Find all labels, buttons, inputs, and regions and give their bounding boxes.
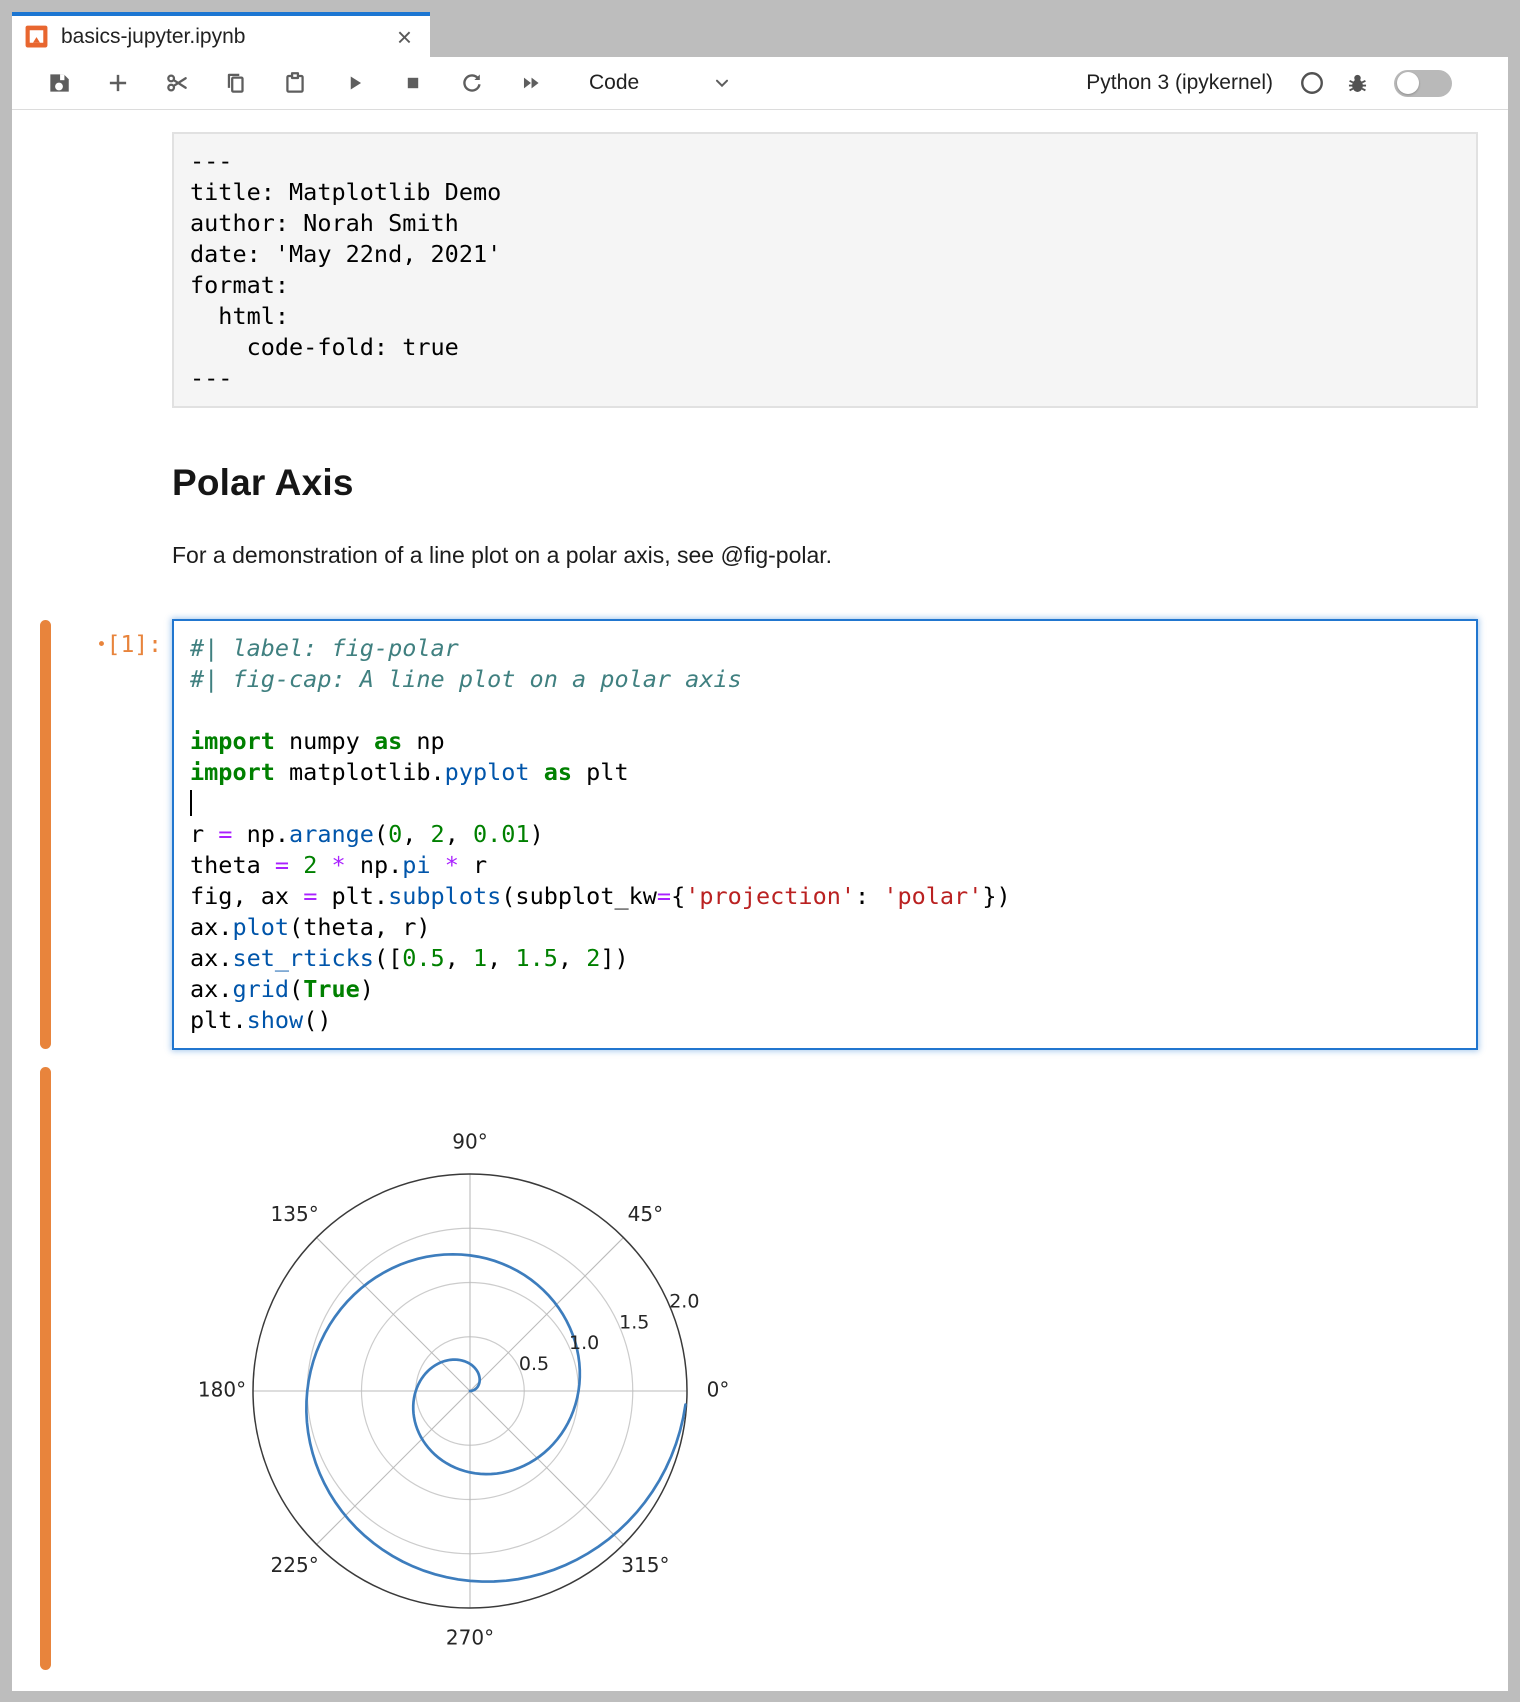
svg-text:1.5: 1.5 (619, 1311, 649, 1333)
svg-text:135°: 135° (271, 1202, 319, 1226)
svg-text:270°: 270° (446, 1626, 494, 1650)
output-collapser[interactable] (40, 1067, 51, 1670)
svg-text:45°: 45° (628, 1202, 663, 1226)
restart-kernel-button[interactable] (459, 70, 485, 96)
modified-dot: • (96, 635, 106, 655)
markdown-paragraph: For a demonstration of a line plot on a … (172, 542, 832, 569)
svg-text:180°: 180° (198, 1378, 246, 1402)
notebook-content: ---title: Matplotlib Demoauthor: Norah S… (12, 110, 1508, 1691)
polar-plot-figure: 0° 45° 90° 135° 180° 225° 270° 315° 0.5 1.0 1.5 2.0 (196, 1066, 796, 1666)
output-row: 0° 45° 90° 135° 180° 225° 270° 315° 0.5 1.0 1.5 2.0 (12, 1066, 1478, 1671)
output-rail (12, 1066, 172, 1671)
svg-text:0.5: 0.5 (519, 1353, 549, 1375)
execution-prompt: •[1]: (96, 632, 162, 658)
tab-bar: basics-jupyter.ipynb × (12, 12, 1508, 57)
svg-text:315°: 315° (621, 1553, 669, 1577)
page-title: Polar Axis (172, 462, 354, 504)
kernel-status-icon[interactable] (1299, 70, 1325, 96)
cell-type-dropdown[interactable]: Code (589, 71, 733, 95)
code-editor[interactable]: #| label: fig-polar#| fig-cap: A line pl… (172, 619, 1478, 1050)
notebook-file-icon (24, 24, 49, 49)
svg-text:1.0: 1.0 (569, 1332, 599, 1354)
kernel-name[interactable]: Python 3 (ipykernel) (1086, 71, 1273, 95)
notebook-toolbar: Code Python 3 (ipykernel) (12, 57, 1508, 110)
tab-close-icon[interactable]: × (393, 24, 416, 50)
restart-run-all-button[interactable] (518, 70, 544, 96)
stop-button[interactable] (400, 70, 426, 96)
raw-cell-rail (12, 132, 172, 408)
svg-text:0°: 0° (707, 1378, 730, 1402)
debugger-bug-icon[interactable] (1345, 71, 1370, 96)
simple-mode-toggle[interactable] (1394, 70, 1452, 97)
tab-title: basics-jupyter.ipynb (61, 25, 393, 49)
markdown-heading-row: Polar Axis (12, 408, 1478, 504)
output-area: 0° 45° 90° 135° 180° 225° 270° 315° 0.5 1.0 1.5 2.0 (172, 1066, 796, 1671)
raw-cell-row: ---title: Matplotlib Demoauthor: Norah S… (12, 132, 1478, 408)
input-collapser[interactable] (40, 620, 51, 1049)
copy-button[interactable] (223, 70, 249, 96)
svg-text:2.0: 2.0 (669, 1291, 699, 1313)
code-cell-rail: •[1]: (12, 619, 172, 1050)
run-button[interactable] (341, 70, 367, 96)
app-window: basics-jupyter.ipynb × (12, 12, 1508, 1691)
svg-text:225°: 225° (271, 1553, 319, 1577)
code-cell-row: •[1]: #| label: fig-polar#| fig-cap: A l… (12, 619, 1478, 1050)
save-button[interactable] (46, 70, 72, 96)
paste-button[interactable] (282, 70, 308, 96)
svg-text:90°: 90° (452, 1130, 487, 1154)
insert-cell-button[interactable] (105, 70, 131, 96)
toggle-knob (1397, 72, 1419, 94)
cell-type-label: Code (589, 71, 639, 95)
cut-button[interactable] (164, 70, 190, 96)
chevron-down-icon (711, 72, 733, 94)
tab-notebook[interactable]: basics-jupyter.ipynb × (12, 12, 430, 57)
markdown-paragraph-row: For a demonstration of a line plot on a … (12, 504, 1478, 569)
raw-cell-editor[interactable]: ---title: Matplotlib Demoauthor: Norah S… (172, 132, 1478, 408)
